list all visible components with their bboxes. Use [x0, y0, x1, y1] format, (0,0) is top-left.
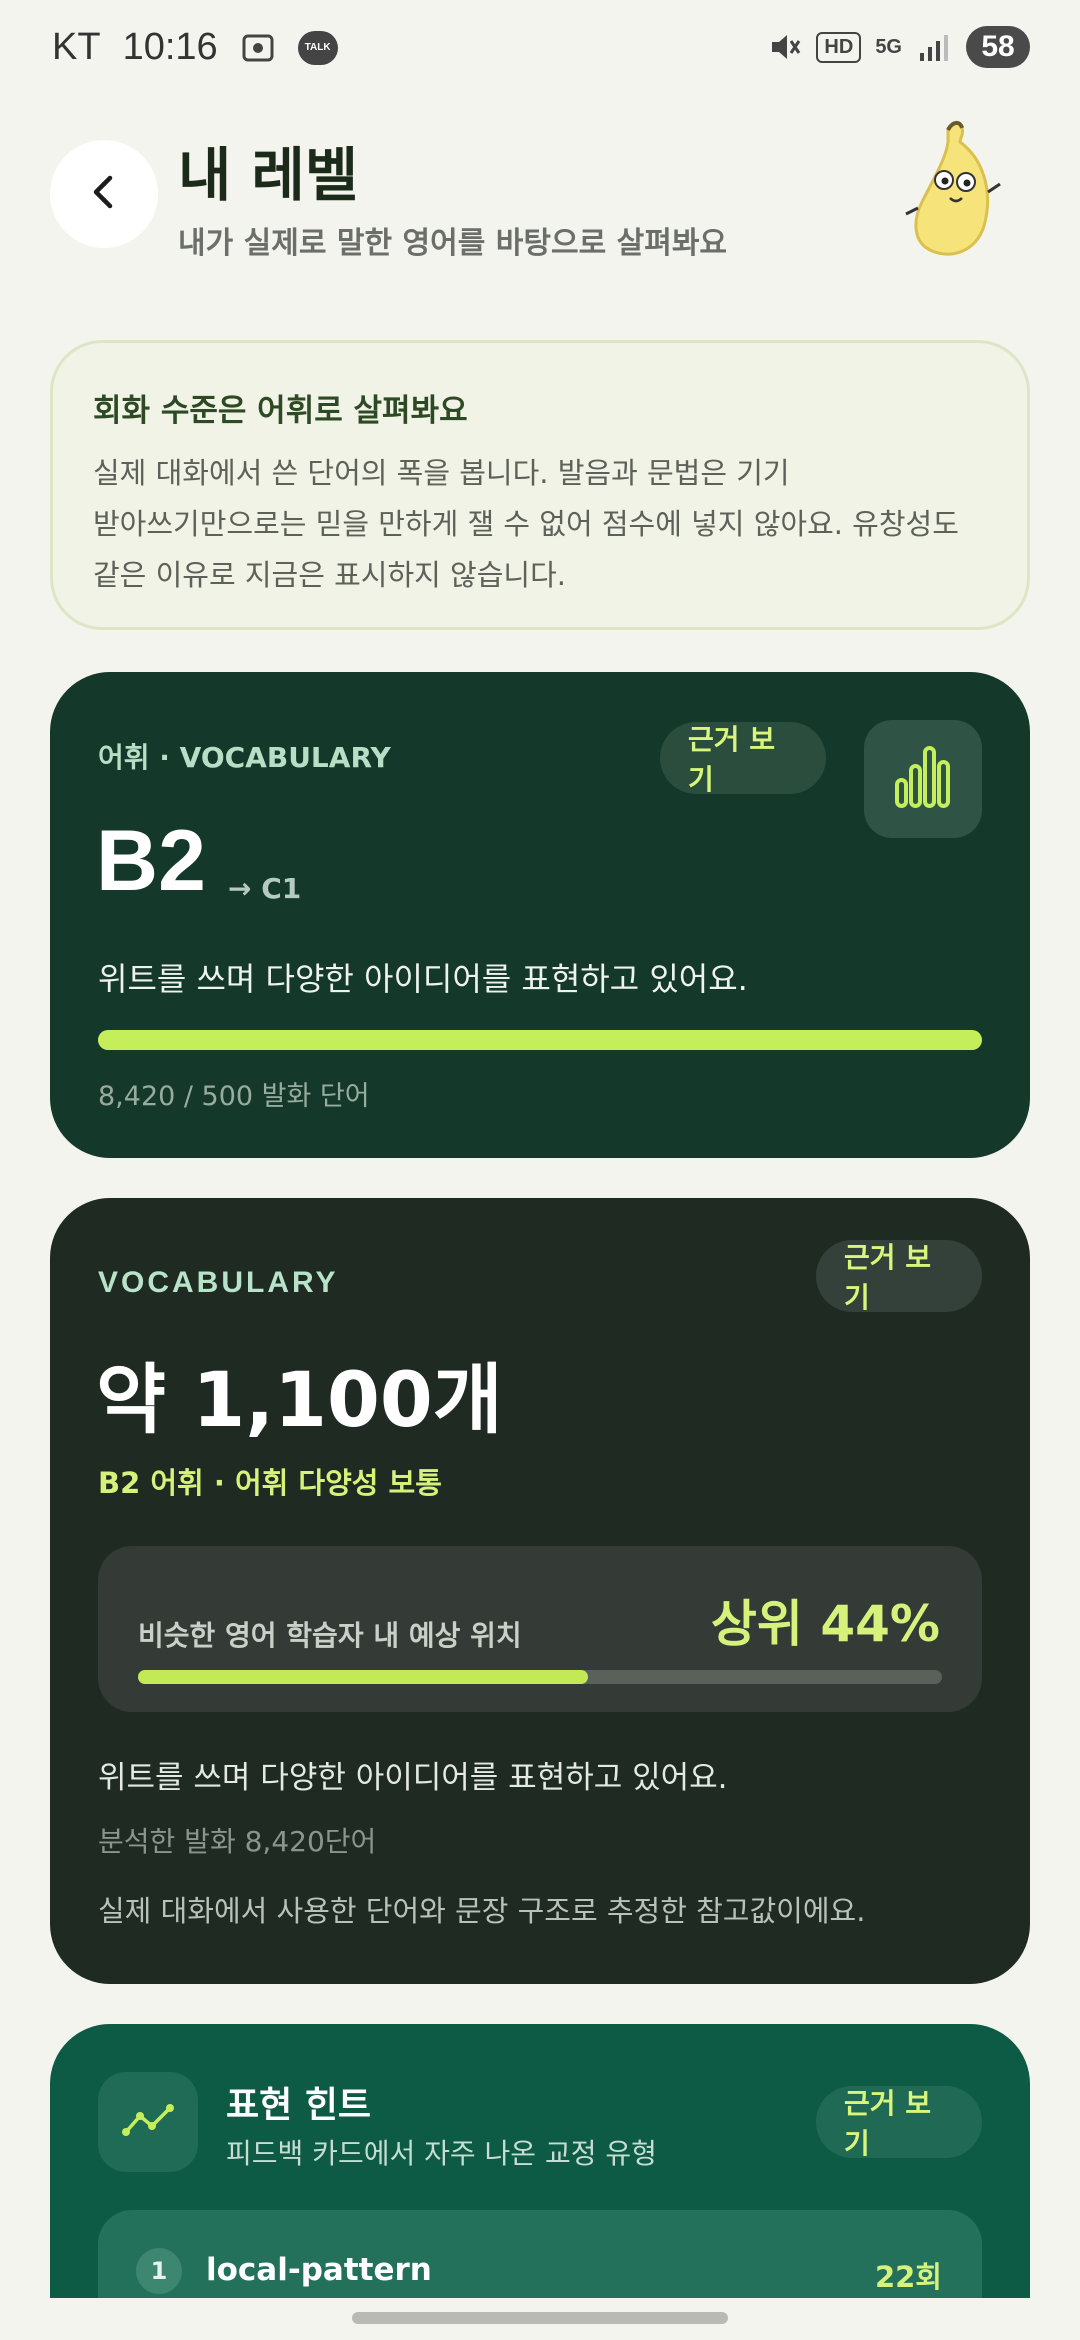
- vocab-level-card[interactable]: 어휘 · VOCABULARY 근거 보기 B2 → C1 위트를 쓰며 다양한…: [50, 672, 1030, 1158]
- mute-icon: [766, 29, 802, 65]
- rank-panel: 비슷한 영어 학습자 내 예상 위치 상위 44%: [98, 1546, 982, 1712]
- signal-icon: [916, 29, 952, 65]
- vocab-progress-bar: [98, 1030, 982, 1050]
- evidence-button[interactable]: 근거 보기: [660, 722, 826, 796]
- hint-pattern: local-pattern: [206, 2252, 432, 2288]
- banana-mascot-icon: [900, 118, 1010, 268]
- info-card: 회화 수준은 어휘로 살펴봐요 실제 대화에서 쓴 단어의 폭을 봅니다. 발음…: [50, 340, 1030, 630]
- info-card-line: 받아쓰기만으로는 믿을 만하게 잴 수 없어 점수에 넣지 않아요. 유창성도: [93, 507, 959, 541]
- analyzed-words: 분석한 발화 8,420단어: [98, 1825, 377, 1858]
- vocab-detail-label: VOCABULARY: [98, 1266, 339, 1299]
- vocab-detail-description: 위트를 쓰며 다양한 아이디어를 표현하고 있어요.: [98, 1760, 728, 1796]
- back-button[interactable]: [50, 140, 158, 248]
- bar-chart-icon: [893, 744, 953, 814]
- trend-line-icon: [120, 2100, 176, 2144]
- vocab-detail-card[interactable]: VOCABULARY 근거 보기 약 1,100개 B2 어휘 · 어휘 다양성…: [50, 1198, 1030, 1984]
- rank-progress-fill: [138, 1670, 589, 1684]
- vocab-level: B2: [96, 813, 206, 909]
- vocab-count: 8,420 / 500 발화 단어: [98, 1081, 370, 1112]
- screenshot-icon: [240, 30, 276, 66]
- evidence-button[interactable]: 근거 보기: [816, 2086, 982, 2160]
- vocab-description: 위트를 쓰며 다양한 아이디어를 표현하고 있어요.: [98, 960, 748, 998]
- info-card-line: 실제 대화에서 쓴 단어의 폭을 봅니다. 발음과 문법은 기기: [93, 456, 790, 490]
- rank-progress-bar: [138, 1670, 942, 1684]
- chevron-left-icon: [84, 172, 124, 216]
- hint-card-subtitle: 피드백 카드에서 자주 나온 교정 유형: [226, 2137, 657, 2170]
- hint-rank: 1: [136, 2248, 182, 2294]
- status-bar: KT 10:16 TALK HD 5G 58: [0, 0, 1080, 100]
- clock: 10:16: [122, 26, 218, 68]
- talk-icon: TALK: [297, 30, 338, 65]
- estimate-note: 실제 대화에서 사용한 단어와 문장 구조로 추정한 참고값이에요.: [98, 1894, 866, 1928]
- vocab-progress-fill: [98, 1030, 982, 1050]
- expression-hint-card[interactable]: 표현 힌트 피드백 카드에서 자주 나온 교정 유형 근거 보기 1 local…: [50, 2024, 1030, 2340]
- hd-icon: HD: [816, 31, 862, 63]
- next-level: → C1: [228, 872, 302, 905]
- page-subtitle: 내가 실제로 말한 영어를 바탕으로 살펴봐요: [178, 226, 728, 261]
- vocab-sublabel: B2 어휘 · 어휘 다양성 보통: [98, 1466, 442, 1500]
- hint-count: 22회: [874, 2260, 942, 2294]
- info-card-body: 실제 대화에서 쓴 단어의 폭을 봅니다. 발음과 문법은 기기 받아쓰기만으로…: [93, 448, 987, 601]
- evidence-button[interactable]: 근거 보기: [816, 1240, 982, 1314]
- home-indicator[interactable]: [352, 2312, 728, 2324]
- vocab-card-label: 어휘 · VOCABULARY: [98, 741, 391, 774]
- hint-card-title: 표현 힌트: [226, 2085, 372, 2126]
- info-card-title: 회화 수준은 어휘로 살펴봐요: [93, 393, 468, 429]
- info-card-line: 같은 이유로 지금은 표시하지 않습니다.: [93, 558, 566, 592]
- vocab-estimate: 약 1,100개: [96, 1355, 503, 1444]
- chart-button[interactable]: [864, 720, 982, 838]
- rank-value: 상위 44%: [710, 1595, 940, 1653]
- page-title: 내 레벨: [178, 141, 359, 209]
- battery-indicator: 58: [966, 26, 1030, 68]
- carrier-label: KT: [52, 26, 101, 68]
- network-label: 5G: [875, 35, 902, 58]
- rank-label: 비슷한 영어 학습자 내 예상 위치: [138, 1619, 522, 1652]
- trend-icon-box: [98, 2072, 198, 2172]
